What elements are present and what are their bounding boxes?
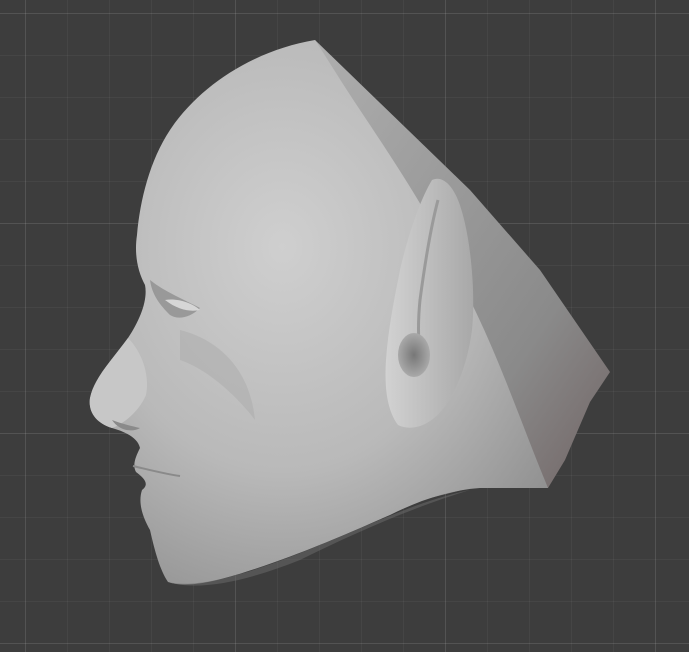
3d-viewport[interactable] xyxy=(0,0,689,652)
head-sculpt-model[interactable] xyxy=(0,0,689,652)
ear-canal xyxy=(398,333,430,377)
